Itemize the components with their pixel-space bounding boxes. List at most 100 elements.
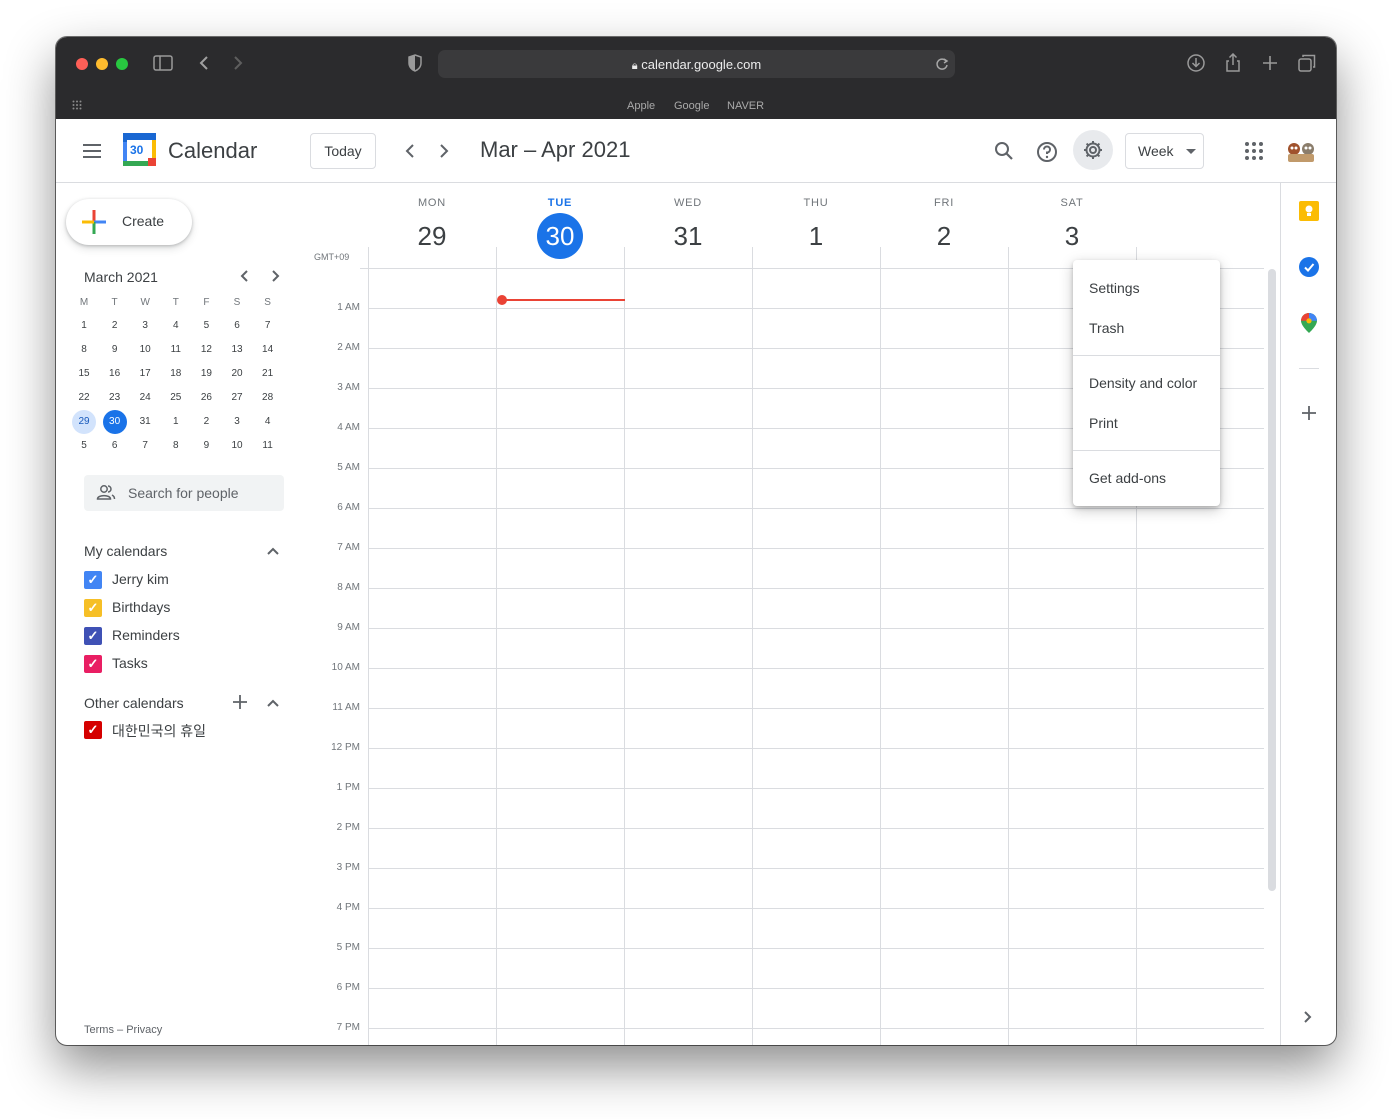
day-number[interactable]: 31 bbox=[624, 213, 752, 259]
day-header[interactable]: TUE 30 bbox=[496, 197, 624, 259]
calendar-checkbox[interactable]: ✓ bbox=[84, 599, 102, 617]
menu-item-print[interactable]: Print bbox=[1089, 415, 1118, 431]
mini-calendar-day[interactable]: 25 bbox=[164, 386, 188, 410]
mini-calendar-day[interactable]: 27 bbox=[225, 386, 249, 410]
grid-scrollbar[interactable] bbox=[1268, 269, 1276, 891]
mini-calendar-day[interactable]: 2 bbox=[103, 314, 127, 338]
day-number[interactable]: 29 bbox=[368, 213, 496, 259]
calendar-list-item[interactable]: ✓ Jerry kim bbox=[84, 567, 284, 595]
search-people-input[interactable]: Search for people bbox=[84, 475, 284, 511]
privacy-shield-icon[interactable] bbox=[408, 54, 422, 72]
minimize-window-button[interactable] bbox=[96, 58, 108, 70]
calendar-checkbox[interactable]: ✓ bbox=[84, 571, 102, 589]
mini-calendar-day[interactable]: 4 bbox=[256, 410, 280, 434]
mini-calendar-day[interactable]: 26 bbox=[194, 386, 218, 410]
favorite-apple[interactable]: Apple bbox=[627, 100, 655, 112]
mini-calendar-day[interactable]: 6 bbox=[225, 314, 249, 338]
day-header[interactable]: FRI 2 bbox=[880, 197, 1008, 259]
mini-calendar-day[interactable]: 7 bbox=[133, 434, 157, 458]
calendar-list-item[interactable]: ✓ Reminders bbox=[84, 623, 284, 651]
chevron-up-icon[interactable] bbox=[266, 546, 280, 556]
mini-calendar-day[interactable]: 20 bbox=[225, 362, 249, 386]
mini-calendar-day[interactable]: 23 bbox=[103, 386, 127, 410]
tasks-icon[interactable] bbox=[1299, 257, 1319, 277]
calendar-checkbox[interactable]: ✓ bbox=[84, 721, 102, 739]
mini-calendar-day[interactable]: 9 bbox=[103, 338, 127, 362]
mini-prev-month-icon[interactable] bbox=[239, 269, 251, 283]
day-header[interactable]: MON 29 bbox=[368, 197, 496, 259]
calendar-checkbox[interactable]: ✓ bbox=[84, 627, 102, 645]
mini-calendar-day[interactable]: 15 bbox=[72, 362, 96, 386]
mini-calendar-day[interactable]: 21 bbox=[256, 362, 280, 386]
mini-calendar-day[interactable]: 5 bbox=[194, 314, 218, 338]
calendar-checkbox[interactable]: ✓ bbox=[84, 655, 102, 673]
other-calendars-title[interactable]: Other calendars bbox=[84, 695, 184, 711]
address-bar[interactable]: 🔒︎ calendar.google.com bbox=[438, 50, 955, 78]
chevron-up-icon[interactable] bbox=[266, 698, 280, 708]
mini-calendar-day[interactable]: 29 bbox=[72, 410, 96, 434]
create-button[interactable]: Create bbox=[66, 199, 192, 245]
next-week-icon[interactable] bbox=[438, 143, 450, 159]
privacy-link[interactable]: Privacy bbox=[126, 1024, 162, 1036]
menu-item-density-color[interactable]: Density and color bbox=[1089, 375, 1197, 391]
mini-calendar-day[interactable]: 16 bbox=[103, 362, 127, 386]
mini-calendar-day[interactable]: 17 bbox=[133, 362, 157, 386]
day-number[interactable]: 2 bbox=[880, 213, 1008, 259]
mini-calendar-day[interactable]: 30 bbox=[102, 410, 127, 434]
share-icon[interactable] bbox=[1225, 53, 1241, 73]
menu-item-settings[interactable]: Settings bbox=[1089, 280, 1140, 296]
mini-calendar-day[interactable]: 9 bbox=[194, 434, 218, 458]
reload-icon[interactable] bbox=[935, 57, 949, 71]
mini-calendar-day[interactable]: 13 bbox=[225, 338, 249, 362]
main-menu-icon[interactable] bbox=[82, 143, 102, 159]
mini-calendar-day[interactable]: 3 bbox=[225, 410, 249, 434]
get-addons-plus-icon[interactable] bbox=[1301, 405, 1317, 421]
today-button[interactable]: Today bbox=[310, 133, 376, 169]
settings-button[interactable] bbox=[1073, 130, 1113, 170]
mini-calendar-day[interactable]: 14 bbox=[256, 338, 280, 362]
terms-link[interactable]: Terms bbox=[84, 1024, 114, 1036]
day-header[interactable]: THU 1 bbox=[752, 197, 880, 259]
account-avatar[interactable] bbox=[1285, 136, 1317, 164]
day-header[interactable]: SAT 3 bbox=[1008, 197, 1136, 259]
zoom-window-button[interactable] bbox=[116, 58, 128, 70]
mini-calendar-day[interactable]: 6 bbox=[103, 434, 127, 458]
new-tab-icon[interactable] bbox=[1262, 55, 1278, 71]
close-window-button[interactable] bbox=[76, 58, 88, 70]
mini-calendar-day[interactable]: 11 bbox=[164, 338, 188, 362]
menu-item-trash[interactable]: Trash bbox=[1089, 320, 1124, 336]
mini-calendar-day[interactable]: 3 bbox=[133, 314, 157, 338]
favorite-naver[interactable]: NAVER bbox=[727, 100, 764, 112]
mini-calendar-day[interactable]: 28 bbox=[256, 386, 280, 410]
calendar-list-item[interactable]: ✓ Tasks bbox=[84, 651, 284, 679]
forward-icon[interactable] bbox=[232, 55, 244, 71]
downloads-icon[interactable] bbox=[1187, 54, 1205, 72]
menu-item-get-addons[interactable]: Get add-ons bbox=[1089, 470, 1166, 486]
mini-calendar-day[interactable]: 10 bbox=[225, 434, 249, 458]
mini-calendar-day[interactable]: 1 bbox=[164, 410, 188, 434]
day-number[interactable]: 1 bbox=[752, 213, 880, 259]
mini-calendar-day[interactable]: 19 bbox=[194, 362, 218, 386]
mini-calendar-day[interactable]: 11 bbox=[256, 434, 280, 458]
mini-next-month-icon[interactable] bbox=[269, 269, 281, 283]
mini-calendar-day[interactable]: 5 bbox=[72, 434, 96, 458]
mini-calendar-day[interactable]: 10 bbox=[133, 338, 157, 362]
mini-calendar-day[interactable]: 22 bbox=[72, 386, 96, 410]
view-selector[interactable]: Week bbox=[1125, 133, 1204, 169]
add-other-calendar-icon[interactable] bbox=[232, 694, 248, 710]
mini-calendar-day[interactable]: 1 bbox=[72, 314, 96, 338]
mini-calendar-day[interactable]: 31 bbox=[133, 410, 157, 434]
favorite-google[interactable]: Google bbox=[674, 100, 709, 112]
mini-calendar-day[interactable]: 2 bbox=[194, 410, 218, 434]
expand-panel-icon[interactable] bbox=[1303, 1010, 1313, 1024]
calendar-list-item[interactable]: ✓ Birthdays bbox=[84, 595, 284, 623]
day-number[interactable]: 30 bbox=[537, 213, 583, 259]
mini-calendar-day[interactable]: 12 bbox=[194, 338, 218, 362]
tab-overview-icon[interactable] bbox=[1298, 54, 1316, 72]
previous-week-icon[interactable] bbox=[404, 143, 416, 159]
mini-calendar-day[interactable]: 8 bbox=[72, 338, 96, 362]
favorites-grid-icon[interactable] bbox=[72, 100, 84, 110]
maps-icon[interactable] bbox=[1301, 313, 1317, 333]
search-icon[interactable] bbox=[994, 141, 1014, 161]
mini-calendar-day[interactable]: 4 bbox=[164, 314, 188, 338]
